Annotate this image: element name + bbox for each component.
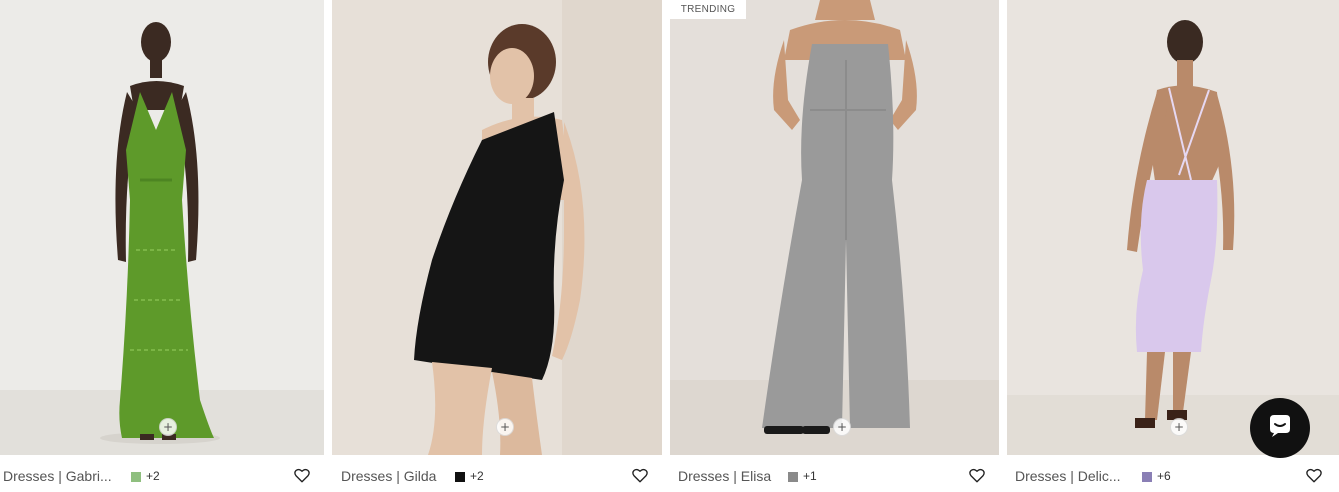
- product-grid: + Dresses | Gabri... +2 + Dresses | Gild…: [0, 0, 1339, 492]
- product-card[interactable]: TRENDING + Dresses | Elisa +1: [670, 0, 999, 492]
- plus-icon: +: [499, 420, 511, 434]
- product-card[interactable]: + Dresses | Gilda +2: [332, 0, 662, 492]
- quick-add-button[interactable]: +: [159, 418, 177, 436]
- more-colors-count: +2: [470, 469, 484, 483]
- product-card[interactable]: + Dresses | Gabri... +2: [0, 0, 324, 492]
- product-info: Dresses | Delic... +6: [1015, 466, 1339, 488]
- quick-add-button[interactable]: +: [833, 418, 851, 436]
- more-colors-count: +6: [1157, 469, 1171, 483]
- chat-bubble-icon: [1265, 411, 1295, 446]
- heart-icon[interactable]: [293, 466, 311, 484]
- product-image[interactable]: [1007, 0, 1339, 455]
- color-swatch[interactable]: [455, 472, 465, 482]
- color-swatch[interactable]: [131, 472, 141, 482]
- trending-badge: TRENDING: [670, 0, 746, 19]
- more-colors-count: +1: [803, 469, 817, 483]
- chat-button[interactable]: [1250, 398, 1310, 458]
- quick-add-button[interactable]: +: [1170, 418, 1188, 436]
- product-info: Dresses | Gabri... +2: [3, 466, 324, 488]
- heart-icon[interactable]: [1305, 466, 1323, 484]
- plus-icon: +: [162, 420, 174, 434]
- product-info: Dresses | Elisa +1: [678, 466, 999, 488]
- product-title[interactable]: Dresses | Delic...: [1015, 468, 1121, 484]
- color-swatch[interactable]: [788, 472, 798, 482]
- product-image[interactable]: [0, 0, 324, 455]
- quick-add-button[interactable]: +: [496, 418, 514, 436]
- product-title[interactable]: Dresses | Elisa: [678, 468, 771, 484]
- plus-icon: +: [1173, 420, 1185, 434]
- product-info: Dresses | Gilda +2: [341, 466, 662, 488]
- heart-icon[interactable]: [968, 466, 986, 484]
- heart-icon[interactable]: [631, 466, 649, 484]
- color-swatch[interactable]: [1142, 472, 1152, 482]
- product-image[interactable]: [670, 0, 999, 455]
- plus-icon: +: [836, 420, 848, 434]
- product-image[interactable]: [332, 0, 662, 455]
- product-title[interactable]: Dresses | Gilda: [341, 468, 436, 484]
- more-colors-count: +2: [146, 469, 160, 483]
- product-title[interactable]: Dresses | Gabri...: [3, 468, 112, 484]
